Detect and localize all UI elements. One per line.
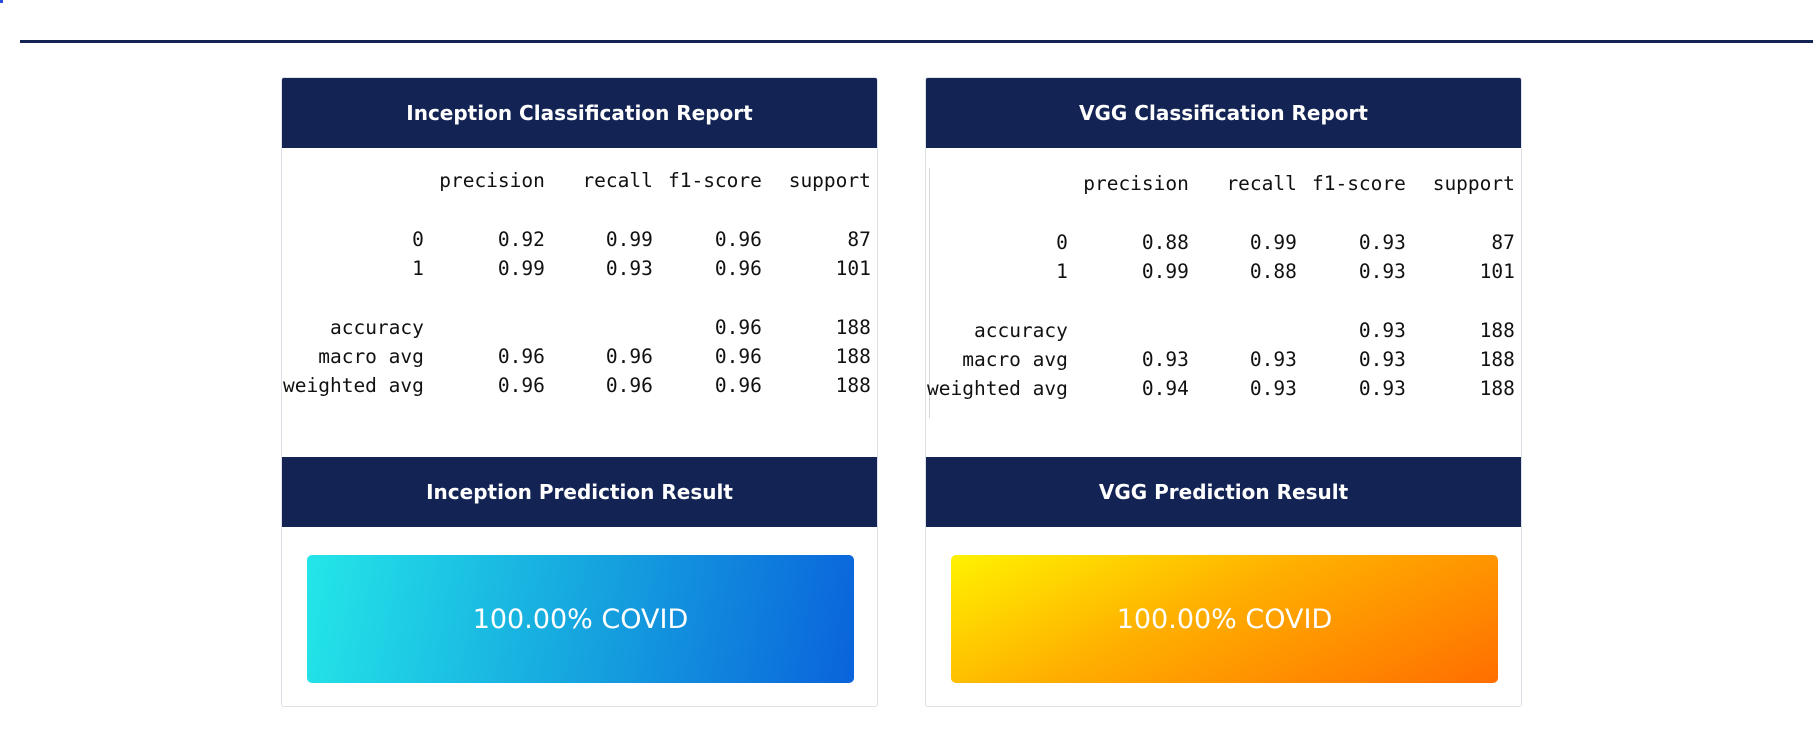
- vgg-report-title: VGG Classification Report: [1079, 101, 1368, 125]
- table-cell: [1068, 315, 1189, 344]
- row-label: macro avg: [962, 347, 1068, 371]
- table-cell: 0.93: [1358, 318, 1406, 342]
- table-row: 1 0.99 0.88 0.93 101: [927, 257, 1515, 286]
- vgg-prediction-title: VGG Prediction Result: [1098, 480, 1349, 504]
- table-row: accuracy 0.93 188: [927, 315, 1515, 344]
- table-cell: 188: [835, 344, 871, 368]
- table-cell: 87: [1491, 230, 1515, 254]
- table-cell: 0.96: [497, 344, 545, 368]
- table-cell: 0.93: [1358, 347, 1406, 371]
- vgg-result-text: 100.00% COVID: [1116, 603, 1333, 635]
- table-row: 0 0.88 0.99 0.93 87: [927, 228, 1515, 257]
- table-row: macro avg 0.96 0.96 0.96 188: [283, 342, 871, 371]
- table-cell: [927, 169, 1068, 198]
- inception-prediction-header: Inception Prediction Result: [282, 457, 877, 527]
- vgg-report-header: VGG Classification Report: [926, 78, 1521, 148]
- table-cell: 0.96: [605, 344, 653, 368]
- table-cell: [424, 312, 545, 341]
- table-cell: 101: [835, 257, 871, 281]
- inception-card: Inception Classification Report precisio…: [281, 77, 878, 707]
- inception-result-box: 100.00% COVID: [307, 555, 854, 683]
- table-cell: 0.93: [1358, 260, 1406, 284]
- table-cell: 188: [835, 315, 871, 339]
- row-label: accuracy: [973, 318, 1068, 342]
- vgg-result-box: 100.00% COVID: [951, 555, 1498, 683]
- table-cell: 0.99: [497, 257, 545, 281]
- inception-prediction-title: Inception Prediction Result: [426, 480, 733, 504]
- table-cell: 0.99: [605, 227, 653, 251]
- table-spacer-row: [927, 198, 1515, 227]
- inception-report-body: precision recall f1-score support 0 0.92…: [282, 148, 877, 457]
- table-cell: 0.93: [1358, 377, 1406, 401]
- table-header-support: support: [788, 169, 871, 193]
- page: Inception Classification Report precisio…: [0, 0, 1813, 734]
- table-row: 1 0.99 0.93 0.96 101: [283, 254, 871, 283]
- table-cell: 188: [835, 374, 871, 398]
- corner-marker: [0, 0, 3, 3]
- table-cell: 0.96: [714, 315, 762, 339]
- row-label: 1: [1056, 260, 1068, 284]
- table-cell: 188: [1479, 347, 1515, 371]
- table-header-precision: precision: [439, 169, 545, 193]
- table-header-row: precision recall f1-score support: [283, 166, 871, 195]
- table-spacer-row: [283, 195, 871, 224]
- table-cell: [1189, 315, 1297, 344]
- table-cell: 0.96: [714, 227, 762, 251]
- row-label: weighted avg: [283, 374, 424, 398]
- table-row: weighted avg 0.96 0.96 0.96 188: [283, 371, 871, 400]
- table-cell: 0.93: [1358, 230, 1406, 254]
- table-cell: 0.93: [1249, 347, 1297, 371]
- table-cell: 188: [1479, 318, 1515, 342]
- table-cell: 0.96: [605, 374, 653, 398]
- table-cell: 0.96: [714, 257, 762, 281]
- table-cell: 188: [1479, 377, 1515, 401]
- table-spacer-row: [283, 283, 871, 312]
- table-row: accuracy 0.96 188: [283, 312, 871, 341]
- row-label: weighted avg: [927, 377, 1068, 401]
- table-header-recall: recall: [582, 169, 653, 193]
- row-label: 1: [412, 257, 424, 281]
- table-cell: 0.96: [497, 374, 545, 398]
- vgg-report-body: precision recall f1-score support 0 0.88…: [926, 148, 1521, 457]
- table-cell: 0.92: [497, 227, 545, 251]
- table-header-f1-score: f1-score: [1311, 172, 1406, 196]
- vgg-card: VGG Classification Report precision reca…: [925, 77, 1522, 707]
- table-spacer-row: [927, 286, 1515, 315]
- table-row: 0 0.92 0.99 0.96 87: [283, 225, 871, 254]
- row-label: macro avg: [318, 344, 424, 368]
- nav-underline: [20, 40, 1813, 43]
- table-header-row: precision recall f1-score support: [927, 169, 1515, 198]
- table-cell: [283, 166, 424, 195]
- row-label: accuracy: [329, 315, 424, 339]
- table-header-support: support: [1432, 172, 1515, 196]
- table-row: weighted avg 0.94 0.93 0.93 188: [927, 374, 1515, 403]
- vgg-report-table: precision recall f1-score support 0 0.88…: [927, 169, 1515, 403]
- table-cell: 0.93: [1249, 377, 1297, 401]
- inception-report-table: precision recall f1-score support 0 0.92…: [283, 166, 871, 400]
- table-header-f1-score: f1-score: [667, 169, 762, 193]
- table-cell: [545, 312, 653, 341]
- table-cell: 0.93: [605, 257, 653, 281]
- table-cell: 0.99: [1141, 260, 1189, 284]
- table-cell: 0.94: [1141, 377, 1189, 401]
- inception-result-text: 100.00% COVID: [472, 603, 689, 635]
- row-label: 0: [412, 227, 424, 251]
- table-cell: 0.99: [1249, 230, 1297, 254]
- top-nav-bar: [20, 0, 1813, 42]
- row-label: 0: [1056, 230, 1068, 254]
- table-cell: 0.93: [1141, 347, 1189, 371]
- table-header-recall: recall: [1226, 172, 1297, 196]
- table-row: macro avg 0.93 0.93 0.93 188: [927, 345, 1515, 374]
- table-cell: 0.88: [1141, 230, 1189, 254]
- table-cell: 0.96: [714, 344, 762, 368]
- vgg-prediction-header: VGG Prediction Result: [926, 457, 1521, 527]
- table-cell: 87: [847, 227, 871, 251]
- table-cell: 101: [1479, 260, 1515, 284]
- inception-report-header: Inception Classification Report: [282, 78, 877, 148]
- table-header-precision: precision: [1083, 172, 1189, 196]
- table-cell: 0.88: [1249, 260, 1297, 284]
- table-cell: 0.96: [714, 374, 762, 398]
- inception-report-title: Inception Classification Report: [406, 101, 753, 125]
